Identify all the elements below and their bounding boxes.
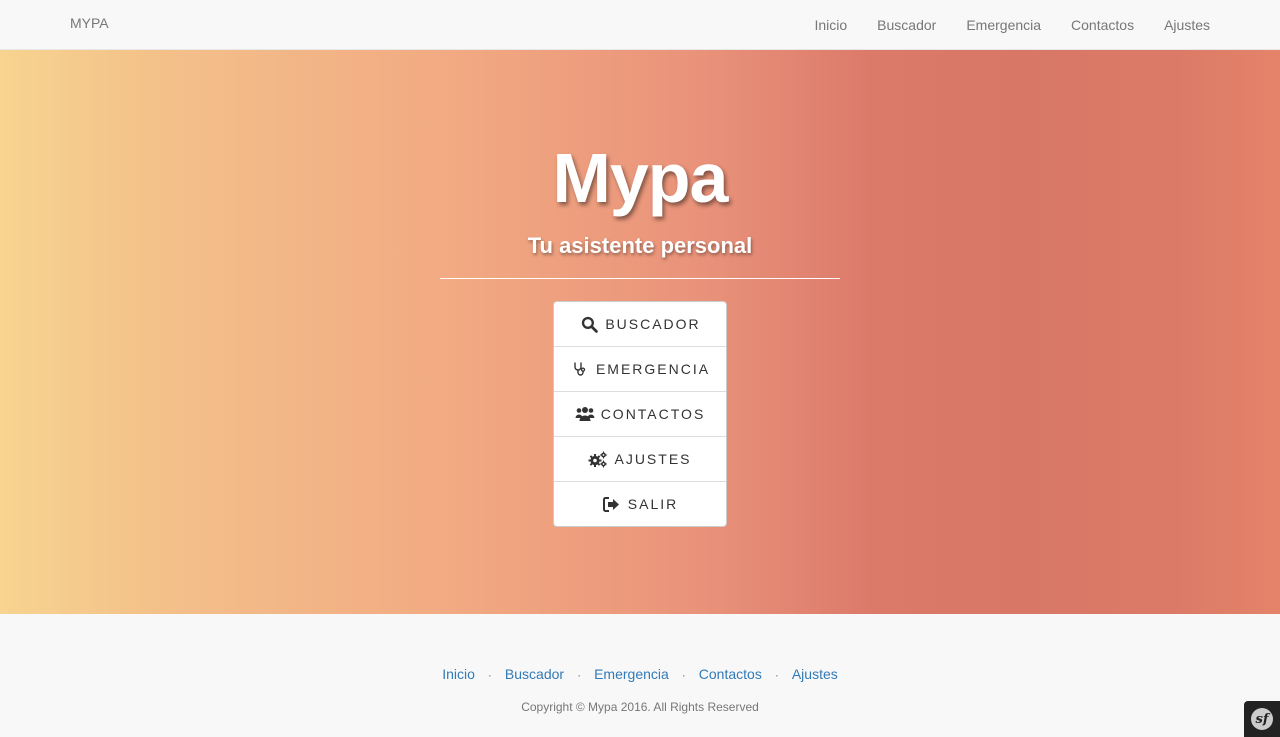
brand-link[interactable]: MYPA <box>70 15 109 31</box>
menu-button-ajustes[interactable]: AJUSTES <box>554 437 726 482</box>
symfony-toolbar-toggle[interactable]: sf <box>1244 701 1280 737</box>
menu-label-contactos: CONTACTOS <box>600 406 706 422</box>
main-menu: BUSCADOR EMERGENCIA CONTACTOS AJUSTES SA… <box>553 301 727 527</box>
hero-title: Mypa <box>552 139 729 217</box>
nav-link-contactos[interactable]: Contactos <box>1071 17 1134 33</box>
footer-link-ajustes[interactable]: Ajustes <box>792 666 838 682</box>
footer-separator: · <box>577 668 582 682</box>
footer-separator: · <box>681 668 686 682</box>
footer-separator: · <box>487 668 492 682</box>
footer-link-contactos[interactable]: Contactos <box>699 666 762 682</box>
page-footer: Inicio · Buscador · Emergencia · Contactos · Aju… <box>0 614 1280 737</box>
hero-section: Mypa Tu asistente personal BUSCADOR EMER… <box>0 50 1280 614</box>
footer-link-emergencia[interactable]: Emergencia <box>594 666 669 682</box>
menu-button-contactos[interactable]: CONTACTOS <box>554 392 726 437</box>
nav-link-buscador[interactable]: Buscador <box>877 17 936 33</box>
symfony-icon: sf <box>1251 708 1273 730</box>
menu-button-emergencia[interactable]: EMERGENCIA <box>554 347 726 392</box>
stethoscope-icon <box>570 359 590 379</box>
hero-divider <box>440 278 840 279</box>
footer-separator: · <box>774 668 779 682</box>
footer-link-buscador[interactable]: Buscador <box>505 666 564 682</box>
menu-label-buscador: BUSCADOR <box>605 316 701 332</box>
nav-link-ajustes[interactable]: Ajustes <box>1164 17 1210 33</box>
nav-link-emergencia[interactable]: Emergencia <box>966 17 1041 33</box>
hero-subtitle: Tu asistente personal <box>527 233 753 258</box>
menu-label-ajustes: AJUSTES <box>614 451 692 467</box>
nav-links: Inicio Buscador Emergencia Contactos Aju… <box>814 0 1210 50</box>
gears-icon <box>588 449 608 469</box>
nav-link-inicio[interactable]: Inicio <box>814 17 847 33</box>
menu-label-emergencia: EMERGENCIA <box>595 361 711 377</box>
copyright-text: Copyright © Mypa 2016. All Rights Reserv… <box>521 700 759 714</box>
menu-button-buscador[interactable]: BUSCADOR <box>554 302 726 347</box>
menu-button-salir[interactable]: SALIR <box>554 482 726 526</box>
menu-label-salir: SALIR <box>627 496 679 512</box>
top-navbar: MYPA Inicio Buscador Emergencia Contacto… <box>0 0 1280 50</box>
footer-link-inicio[interactable]: Inicio <box>442 666 475 682</box>
users-icon <box>575 404 595 424</box>
footer-links: Inicio · Buscador · Emergencia · Contactos · Aju… <box>0 666 1280 682</box>
search-icon <box>579 314 599 334</box>
sign-out-icon <box>602 494 622 514</box>
